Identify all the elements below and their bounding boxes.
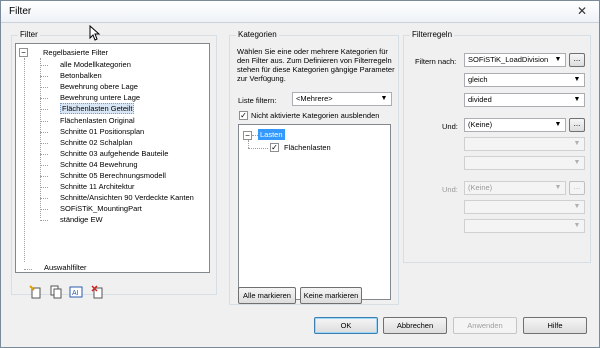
filter-tree-item-label: Schnitte 04 Bewehrung — [60, 159, 138, 169]
dialog-body: Filter − Regelbasierte Filter alle Model… — [1, 23, 599, 347]
collapse-icon[interactable]: − — [19, 48, 28, 57]
help-button[interactable]: Hilfe — [523, 317, 587, 334]
svg-text:AI: AI — [72, 290, 79, 297]
and-label-2: Und: — [442, 185, 458, 194]
tree-node-label: Auswahlfilter — [44, 263, 87, 272]
cancel-button[interactable]: Abbrechen — [383, 317, 447, 334]
filter-by-more-button[interactable]: ... — [569, 53, 585, 67]
filter-tree-item-label: Flächenlasten Geteilt — [60, 103, 135, 115]
chevron-down-icon: ▼ — [554, 184, 562, 191]
operator-value: gleich — [468, 75, 488, 84]
filter-by-value: SOFiSTiK_LoadDivision — [468, 55, 549, 64]
duplicate-filter-icon[interactable] — [49, 285, 63, 299]
check-none-button[interactable]: Keine markieren — [300, 287, 362, 304]
mouse-cursor-icon — [89, 25, 101, 41]
chevron-down-icon: ▼ — [573, 76, 581, 83]
list-filter-value: <Mehrere> — [296, 94, 333, 103]
list-filter-dropdown[interactable]: <Mehrere> ▼ — [292, 92, 392, 106]
filter-group-label: Filter — [18, 30, 40, 39]
filter-tree-item[interactable]: Schnitte 01 Positionsplan — [60, 126, 144, 137]
and-value-1: (Keine) — [468, 120, 493, 129]
filter-tree-item[interactable]: Schnitte 11 Architektur — [60, 181, 134, 192]
chevron-down-icon: ▼ — [573, 203, 581, 210]
chevron-down-icon: ▼ — [554, 56, 562, 63]
filter-tree-item-label: Schnitte 05 Berechnungsmodell — [60, 171, 166, 180]
chevron-down-icon: ▼ — [573, 96, 581, 103]
filter-tree-item[interactable]: Schnitte/Ansichten 90 Verdeckte Kanten — [60, 192, 194, 203]
category-node-lasten[interactable]: Lasten — [258, 129, 285, 140]
operator-dropdown[interactable]: gleich ▼ — [464, 73, 585, 87]
filter-by-label: Filtern nach: — [415, 57, 457, 66]
filter-tree-item-label: Schnitte 11 Architektur — [60, 182, 135, 192]
filter-tree-item[interactable]: Bewehrung obere Lage — [60, 81, 138, 92]
rename-filter-icon[interactable]: AI — [69, 285, 83, 299]
tree-node-selection-filters[interactable]: Auswahlfilter — [44, 262, 87, 272]
category-node-flaechenlasten[interactable]: Flächenlasten — [284, 142, 331, 153]
filter-tree-item[interactable]: Schnitte 04 Bewehrung — [60, 159, 138, 170]
and-more-button-1[interactable]: ... — [569, 118, 585, 132]
filter-tree-item[interactable]: Betonbalken — [60, 70, 102, 81]
collapse-icon[interactable]: − — [243, 131, 252, 140]
apply-button[interactable]: Anwenden — [453, 317, 517, 334]
filter-tree[interactable]: − Regelbasierte Filter alle Modellkatego… — [15, 43, 210, 273]
check-all-button[interactable]: Alle markieren — [238, 287, 296, 304]
and-filter-dropdown-1[interactable]: (Keine) ▼ — [464, 118, 566, 132]
filter-tree-item[interactable]: ständige EW — [60, 214, 103, 225]
filter-tree-item-label: Flächenlasten Original — [60, 115, 135, 125]
filter-tree-item[interactable]: Schnitte 05 Berechnungsmodell — [60, 170, 166, 181]
filter-tree-item-label: Schnitte/Ansichten 90 Verdeckte Kanten — [60, 193, 194, 203]
filter-tree-item[interactable]: Bewehrung untere Lage — [60, 92, 140, 103]
filter-tree-item-label: Bewehrung obere Lage — [60, 82, 138, 92]
filter-tree-item-label: Schnitte 03 aufgehende Bauteile — [60, 148, 169, 158]
and-operator-dropdown-1[interactable]: ▼ — [464, 137, 585, 151]
filter-tree-item-label: SOFiSTiK_MountingPart — [60, 204, 142, 214]
filter-by-dropdown[interactable]: SOFiSTiK_LoadDivision ▼ — [464, 53, 566, 67]
flaechenlasten-checkbox[interactable]: ✓ — [270, 143, 279, 152]
tree-node-label: Regelbasierte Filter — [43, 48, 109, 57]
chevron-down-icon: ▼ — [573, 222, 581, 229]
and-value-2: (Keine) — [468, 183, 493, 192]
filter-tree-item[interactable]: Flächenlasten Original — [60, 115, 135, 126]
delete-filter-icon[interactable] — [91, 285, 105, 299]
title-bar: Filter ✕ — [1, 1, 599, 23]
list-filter-label: Liste filtern: — [238, 96, 277, 105]
filter-tree-item-label: Schnitte 01 Positionsplan — [60, 126, 145, 136]
rule-value-input[interactable]: divided ▼ — [464, 93, 585, 107]
hide-unchecked-checkbox[interactable]: ✓ — [239, 111, 248, 120]
window-title: Filter — [9, 6, 32, 17]
filter-tree-item[interactable]: SOFiSTiK_MountingPart — [60, 203, 142, 214]
and-operator-dropdown-2[interactable]: ▼ — [464, 200, 585, 214]
categories-description: Wählen Sie eine oder mehrere Kategorien … — [237, 47, 395, 83]
chevron-down-icon: ▼ — [573, 159, 581, 166]
rule-value: divided — [468, 95, 492, 104]
and-value-input-1[interactable]: ▼ — [464, 156, 585, 170]
and-filter-dropdown-2[interactable]: (Keine) ▼ — [464, 181, 566, 195]
chevron-down-icon: ▼ — [380, 95, 388, 102]
new-filter-icon[interactable] — [29, 285, 43, 299]
filter-tree-item[interactable]: Schnitte 02 Schalplan — [60, 137, 133, 148]
filter-dialog: Filter ✕ Filter − Regelbasierte Filter a… — [0, 0, 600, 348]
close-icon[interactable]: ✕ — [573, 3, 591, 19]
chevron-down-icon: ▼ — [573, 140, 581, 147]
filter-tree-item[interactable]: Schnitte 03 aufgehende Bauteile — [60, 148, 168, 159]
hide-unchecked-label: Nicht aktivierte Kategorien ausblenden — [251, 111, 380, 120]
filter-tree-item-label: ständige EW — [60, 215, 103, 225]
categories-group-label: Kategorien — [236, 30, 279, 39]
filter-tree-item-label: Bewehrung untere Lage — [60, 93, 141, 103]
and-more-button-2[interactable]: ... — [569, 181, 585, 195]
ok-button[interactable]: OK — [314, 317, 378, 334]
rules-group-label: Filterregeln — [410, 30, 455, 39]
filter-tree-item-label: alle Modellkategorien — [60, 60, 131, 69]
filter-tree-item[interactable]: Flächenlasten Geteilt — [60, 103, 135, 115]
and-label-1: Und: — [442, 122, 458, 131]
chevron-down-icon: ▼ — [554, 121, 562, 128]
filter-tree-item-label: Betonbalken — [60, 71, 102, 81]
categories-tree[interactable]: − Lasten ✓ Flächenlasten — [238, 124, 391, 300]
and-value-input-2[interactable]: ▼ — [464, 219, 585, 233]
filter-tree-item[interactable]: alle Modellkategorien — [60, 59, 131, 70]
filter-tree-item-label: Schnitte 02 Schalplan — [60, 137, 133, 147]
